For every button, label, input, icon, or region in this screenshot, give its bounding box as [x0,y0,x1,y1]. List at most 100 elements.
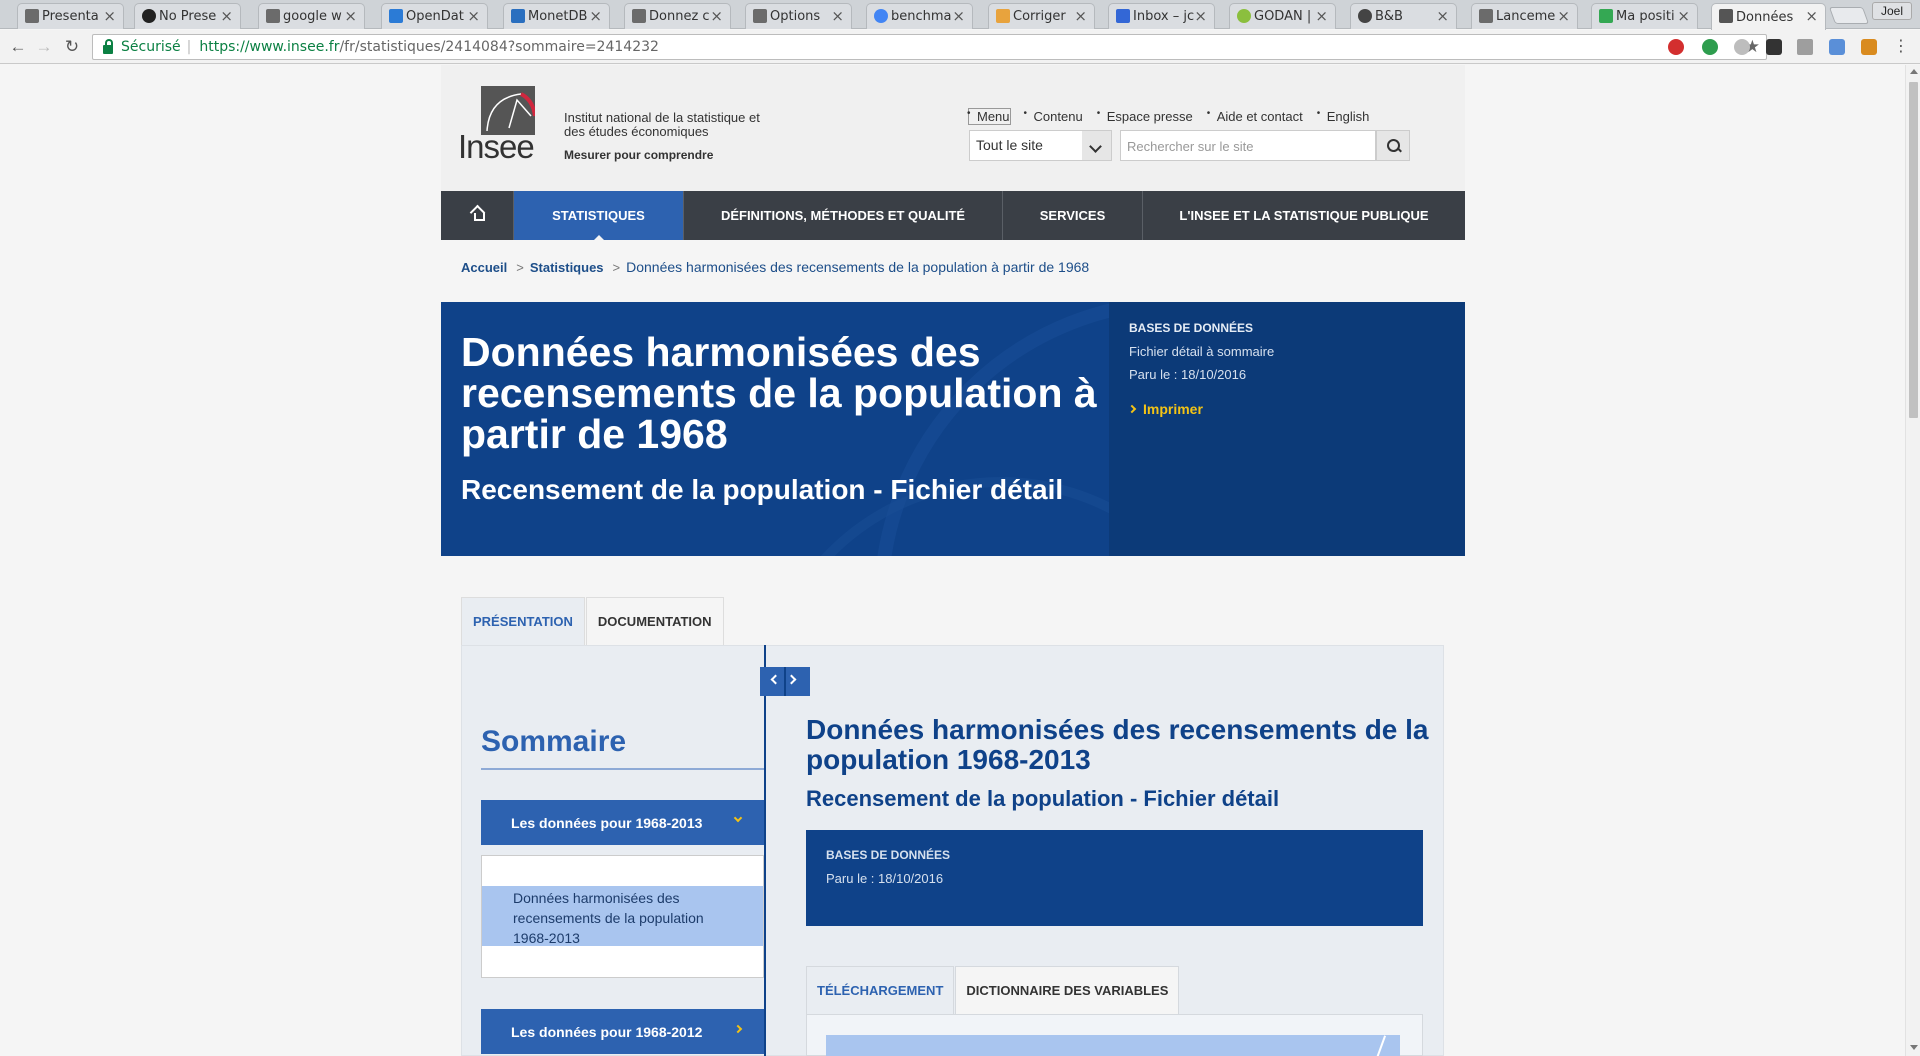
tab-close-icon[interactable]: × [952,7,965,25]
search-input[interactable]: Rechercher sur le site [1120,130,1376,161]
sommaire-item-1968-2013[interactable]: Données harmonisées des recensements de … [482,886,763,946]
browser-tab[interactable]: B&B × [1350,3,1457,29]
top-link-press[interactable]: Espace presse [1097,108,1193,124]
page-tabs: PRÉSENTATION DOCUMENTATION [461,597,725,645]
browser-tab[interactable]: Presenta × [17,3,124,29]
breadcrumb-statistiques[interactable]: Statistiques [530,260,604,275]
browser-tab[interactable]: Options × [745,3,852,29]
dark-extension-icon[interactable] [1766,39,1782,55]
accordion-1968-2013[interactable]: Les données pour 1968-2013 [481,800,764,845]
scrollbar-thumb[interactable] [1909,82,1918,418]
tab-favicon-icon [1358,9,1372,23]
top-links: Menu Contenu Espace presse Aide et conta… [967,108,1370,125]
tab-favicon-icon [142,9,156,23]
grey-extension-icon[interactable] [1734,39,1750,55]
address-bar[interactable]: Sécurisé | https://www.insee.fr/fr/stati… [92,34,1767,60]
insee-site: Insee Institut national de la statistiqu… [441,65,1465,1056]
blue-extension-icon[interactable] [1829,39,1845,55]
tab-close-icon[interactable]: × [1315,7,1328,25]
top-link-content[interactable]: Contenu [1024,108,1083,124]
chevron-right-icon[interactable] [786,674,797,685]
nav-insee[interactable]: L'INSEE ET LA STATISTIQUE PUBLIQUE [1143,191,1465,240]
lock-icon [103,38,113,54]
nav-home[interactable] [441,191,514,240]
browser-tab[interactable]: benchma × [866,3,973,29]
scroll-down-icon[interactable] [1910,1045,1918,1050]
search-icon[interactable] [1376,130,1410,161]
tab-close-icon[interactable]: × [1074,7,1087,25]
chevron-down-icon [733,813,743,823]
tab-close-icon[interactable]: × [1677,7,1690,25]
institution-name: Institut national de la statistique et d… [564,110,760,139]
nav-services[interactable]: SERVICES [1003,191,1143,240]
nav-statistiques[interactable]: STATISTIQUES [514,191,684,240]
document-extension-icon[interactable] [1797,39,1813,55]
download-banner[interactable] [826,1035,1400,1056]
opera-extension-icon[interactable] [1668,39,1684,55]
top-link-menu[interactable]: Menu [967,108,1011,125]
tab-close-icon[interactable]: × [344,7,357,25]
tab-close-icon[interactable]: × [1436,7,1449,25]
tab-close-icon[interactable]: × [831,7,844,25]
browser-tab-bar: Presenta × No Prese × google w × OpenDat… [0,0,1920,30]
document-subtitle: Recensement de la population - Fichier d… [806,786,1280,811]
print-link[interactable]: Imprimer [1127,401,1203,417]
tab-favicon-icon [996,9,1010,23]
document-category: BASES DE DONNÉES [826,848,951,862]
main-navigation: STATISTIQUES DÉFINITIONS, MÉTHODES ET QU… [441,191,1465,240]
chevron-left-icon[interactable] [770,674,781,685]
sidebar-toggle[interactable] [760,667,810,696]
site-motto: Mesurer pour comprendre [564,148,714,162]
browser-tab[interactable]: No Prese × [134,3,241,29]
scroll-up-icon[interactable] [1910,69,1918,74]
tab-documentation[interactable]: DOCUMENTATION [585,597,724,645]
tab-presentation[interactable]: PRÉSENTATION [461,597,585,645]
search-scope-select[interactable]: Tout le site [969,130,1112,161]
nav-definitions[interactable]: DÉFINITIONS, MÉTHODES ET QUALITÉ [684,191,1003,240]
page-viewport: Insee Institut national de la statistiqu… [0,65,1905,1056]
browser-tab[interactable]: MonetDB × [503,3,610,29]
tab-close-icon[interactable]: × [220,7,233,25]
logo-wordmark[interactable]: Insee [458,128,535,166]
chevron-down-icon [1082,131,1111,160]
tab-favicon-icon [874,9,888,23]
page-title: Données harmonisées des recensements de … [461,329,1097,457]
tab-favicon-icon [1237,9,1251,23]
tab-favicon-icon [1116,9,1130,23]
hero-category: BASES DE DONNÉES [1129,321,1254,335]
tab-dictionnaire[interactable]: DICTIONNAIRE DES VARIABLES [955,966,1180,1014]
green-extension-icon[interactable] [1702,39,1718,55]
forward-arrow-icon[interactable]: → [34,37,54,57]
tab-close-icon[interactable]: × [1194,7,1207,25]
browser-tab[interactable]: OpenDat × [381,3,488,29]
breadcrumb-current: Données harmonisées des recensements de … [626,259,1090,275]
top-link-english[interactable]: English [1317,108,1370,124]
chevron-right-icon [1127,404,1137,414]
accordion-1968-2012[interactable]: Les données pour 1968-2012 [481,1009,764,1054]
browser-tab[interactable]: GODAN | × [1229,3,1336,29]
tab-close-icon[interactable]: × [710,7,723,25]
page-scrollbar[interactable] [1905,65,1920,1056]
tab-close-icon[interactable]: × [467,7,480,25]
secure-label: Sécurisé [121,39,181,55]
browser-tab[interactable]: Corriger × [988,3,1095,29]
menu-kebab-icon[interactable]: ⋮ [1891,37,1911,57]
browser-tab-active[interactable]: Données × [1711,3,1826,30]
tab-close-icon[interactable]: × [1805,7,1818,25]
tab-close-icon[interactable]: × [103,7,116,25]
tab-close-icon[interactable]: × [1557,7,1570,25]
reload-icon[interactable]: ↻ [62,37,82,57]
browser-tab[interactable]: Inbox – jc × [1108,3,1215,29]
top-link-help[interactable]: Aide et contact [1207,108,1303,124]
browser-tab[interactable]: Lanceme × [1471,3,1578,29]
breadcrumb-home[interactable]: Accueil [461,260,507,275]
profile-button[interactable]: Joel [1871,2,1912,20]
new-tab-button[interactable] [1828,7,1870,24]
tab-close-icon[interactable]: × [589,7,602,25]
back-arrow-icon[interactable]: ← [8,37,28,57]
orange-extension-icon[interactable] [1861,39,1877,55]
browser-tab[interactable]: Ma positi × [1591,3,1698,29]
browser-tab[interactable]: google w × [258,3,365,29]
tab-telechargement[interactable]: TÉLÉCHARGEMENT [806,966,955,1014]
browser-tab[interactable]: Donnez c × [624,3,731,29]
